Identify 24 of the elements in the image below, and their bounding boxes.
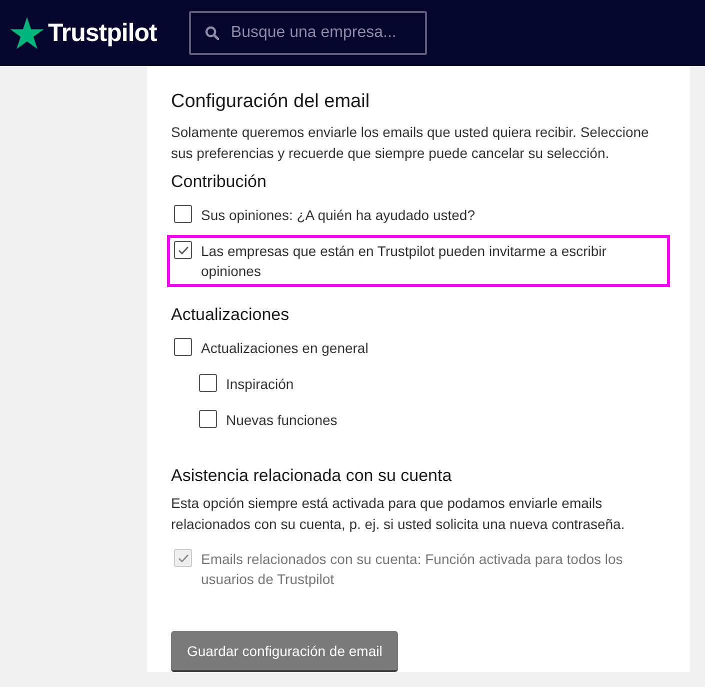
search-field[interactable]: Busque una empresa... (188, 11, 427, 55)
logo-text[interactable]: Trustpilot (48, 18, 157, 48)
check-icon (178, 246, 188, 254)
star-icon (10, 17, 44, 49)
section-heading: Asistencia relacionada con su cuenta (171, 466, 453, 486)
option-label: Nuevas funciones (226, 411, 338, 430)
checkbox[interactable] (199, 374, 217, 392)
section-heading: Contribución (171, 172, 268, 192)
section-heading: Actualizaciones (171, 305, 290, 325)
checkbox[interactable] (199, 410, 217, 428)
check-icon (178, 554, 188, 562)
option-label: Actualizaciones en general (201, 339, 368, 358)
option-label: Emails relacionados con su cuenta: Función activada para todos los usuarios de Trustpilot (201, 550, 624, 589)
section-description: Esta opción siempre está activada para que podamos enviarle emails relacionados con su cuenta, p. ej. si usted solicita una nueva contraseña. (171, 494, 626, 534)
checkbox[interactable] (174, 338, 192, 356)
checkbox[interactable] (174, 205, 192, 223)
option-label: Las empresas que están en Trustpilot pueden invitarme a escribir opiniones (201, 242, 608, 281)
option-label: Sus opiniones: ¿A quién ha ayudado usted? (201, 206, 475, 225)
save-button[interactable]: Guardar configuración de email (171, 631, 398, 672)
checkbox[interactable] (174, 241, 192, 259)
description: Solamente queremos enviarle los emails que usted quiera recibir. Seleccione sus preferencias y recuerde que siempre puede cancelar su selección. (171, 123, 650, 163)
option-label: Inspiración (226, 375, 294, 394)
page-title: Configuración del email (171, 91, 371, 113)
search-icon (204, 26, 219, 40)
